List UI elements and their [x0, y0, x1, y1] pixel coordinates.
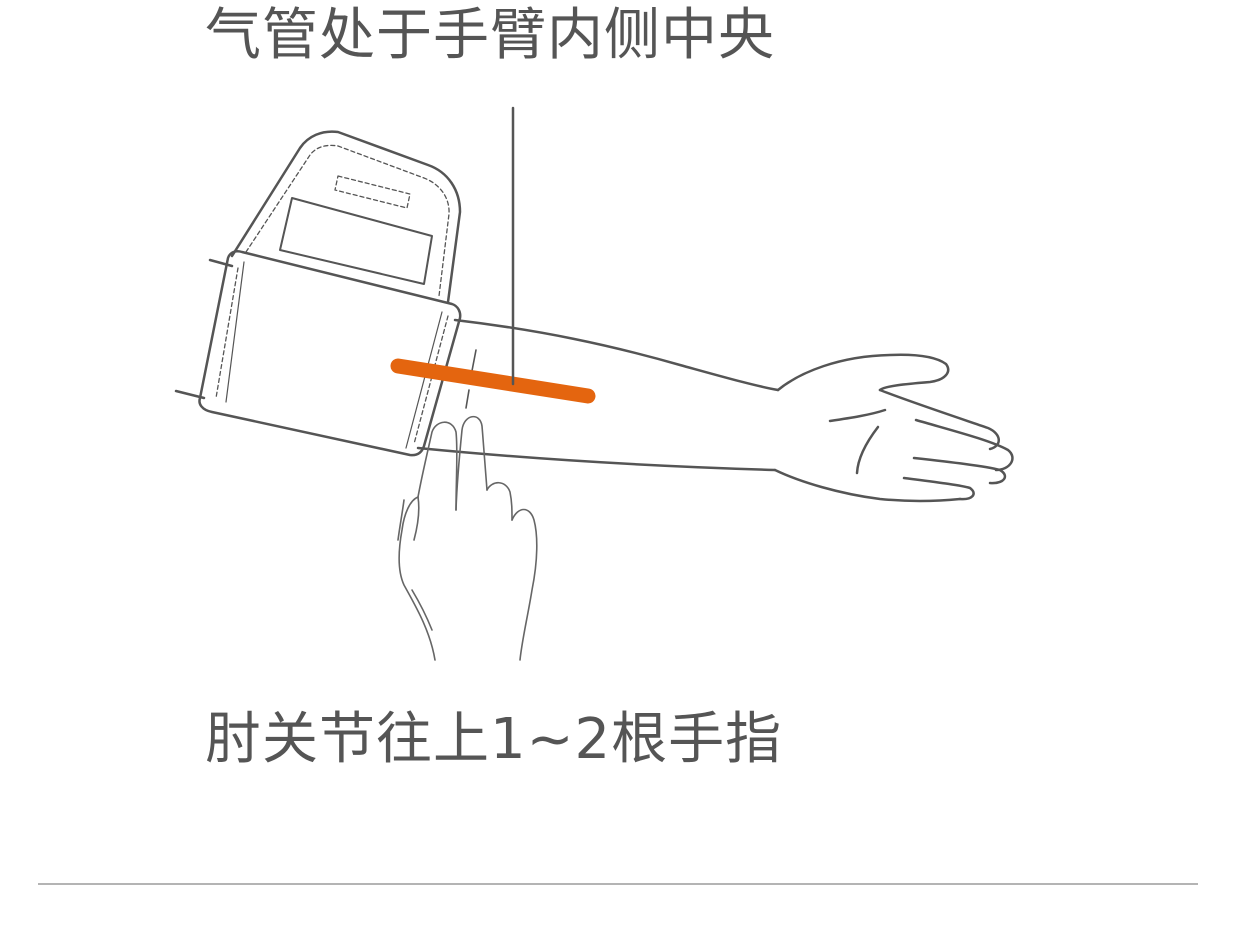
blood-pressure-cuff-icon: [198, 130, 462, 457]
cuff-placement-illustration: [174, 106, 1014, 661]
air-tube: [390, 358, 596, 404]
divider: [38, 883, 1198, 885]
arm-icon: [174, 258, 1014, 503]
finger-distance-caption: 肘关节往上1~2根手指: [205, 707, 783, 772]
